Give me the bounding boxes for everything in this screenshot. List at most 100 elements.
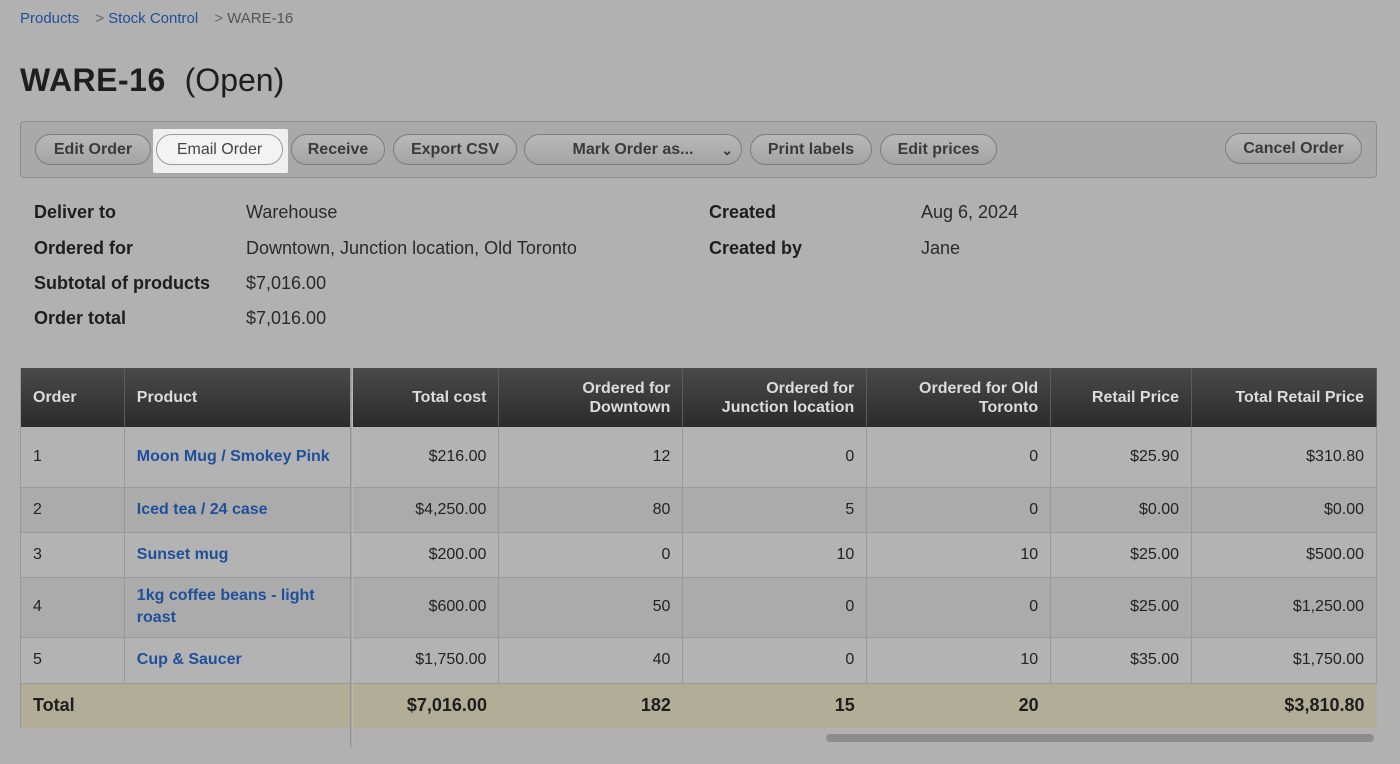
product-link[interactable]: Iced tea / 24 case [137,501,268,518]
export-csv-button[interactable]: Export CSV [393,134,517,165]
column-header-total-retail-price[interactable]: Total Retail Price [1191,368,1377,427]
order-status: (Open) [184,62,285,98]
column-header-product[interactable]: Product [124,368,352,427]
total-retail-cell: $1,250.00 [1191,577,1377,638]
table-row: $200.00 0 10 10 $25.00 $500.00 [353,532,1377,578]
total-cost-sum: $7,016.00 [353,683,499,728]
edit-order-button[interactable]: Edit Order [35,134,151,165]
print-labels-button[interactable]: Print labels [750,134,872,165]
column-header-ordered-downtown[interactable]: Ordered for Downtown [498,368,684,427]
total-cost-cell: $200.00 [353,532,500,578]
retail-price-sum [1050,683,1192,728]
retail-price-cell: $25.00 [1050,532,1193,578]
scrollable-columns-table: Total cost Ordered for Downtown Ordered … [353,368,1377,728]
breadcrumb-separator: > [95,10,105,27]
email-order-label: Email Order [176,140,263,158]
order-code: WARE-16 [20,62,166,98]
table-row: $600.00 50 0 0 $25.00 $1,250.00 [353,577,1377,638]
deliver-to-value: Warehouse [246,202,338,222]
page-title: WARE-16 (Open) [20,62,284,99]
total-retail-cell: $0.00 [1191,487,1377,533]
total-retail-cell: $1,750.00 [1191,637,1377,684]
ordered-for-label: Ordered for [34,238,134,258]
total-cost-cell: $600.00 [353,577,500,638]
edit-prices-button[interactable]: Edit prices [880,134,997,165]
junction-qty-cell: 0 [682,427,868,488]
table-row: 3 Sunset mug [20,532,352,578]
order-total-label: Order total [34,308,127,328]
total-cost-cell: $1,750.00 [353,637,500,684]
subtotal-value: $7,016.00 [246,273,327,293]
export-csv-label: Export CSV [410,140,499,158]
deliver-to-label: Deliver to [34,202,117,222]
column-header-ordered-old-toronto[interactable]: Ordered for Old Toronto [866,368,1052,427]
downtown-qty-sum: 182 [498,683,683,728]
old-toronto-qty-cell: 0 [866,577,1052,638]
order-total-value: $7,016.00 [246,308,327,328]
breadcrumb-stock-control-link[interactable]: Stock Control [108,10,198,27]
created-by-value: Jane [921,238,961,258]
total-retail-sum: $3,810.80 [1191,683,1377,728]
created-value: Aug 6, 2024 [921,202,1019,222]
order-number: 2 [20,487,125,533]
old-toronto-qty-cell: 10 [866,532,1052,578]
order-lines-table: Order Product 1 Moon Mug / Smokey Pink 2… [20,368,1377,748]
mark-order-as-label: Mark Order as... [572,140,694,158]
downtown-qty-cell: 40 [498,637,684,684]
table-row: 5 Cup & Saucer [20,637,352,684]
breadcrumb: Products > Stock Control > WARE-16 [20,10,293,27]
column-header-retail-price[interactable]: Retail Price [1050,368,1193,427]
downtown-qty-cell: 80 [498,487,684,533]
retail-price-cell: $35.00 [1050,637,1193,684]
junction-qty-sum: 15 [682,683,867,728]
retail-price-cell: $25.90 [1050,427,1193,488]
print-labels-label: Print labels [767,140,855,158]
breadcrumb-products-link[interactable]: Products [20,10,79,27]
retail-price-cell: $0.00 [1050,487,1193,533]
chevron-down-icon: ⌄ [721,142,733,158]
table-row: 4 1kg coffee beans - light roast [20,577,352,638]
cancel-order-label: Cancel Order [1243,139,1344,157]
table-row: $1,750.00 40 0 10 $35.00 $1,750.00 [353,637,1377,684]
created-by-label: Created by [709,238,803,258]
edit-prices-label: Edit prices [897,140,980,158]
downtown-qty-cell: 12 [498,427,684,488]
total-retail-cell: $500.00 [1191,532,1377,578]
total-empty-cell [124,683,351,728]
old-toronto-qty-cell: 0 [866,427,1052,488]
ordered-for-value: Downtown, Junction location, Old Toronto [246,238,577,258]
total-cost-cell: $4,250.00 [353,487,500,533]
junction-qty-cell: 10 [682,532,868,578]
order-number: 4 [20,577,125,638]
receive-label: Receive [307,140,369,158]
total-retail-cell: $310.80 [1191,427,1377,488]
junction-qty-cell: 0 [682,577,868,638]
total-label: Total [20,683,125,728]
junction-qty-cell: 5 [682,487,868,533]
column-header-total-cost[interactable]: Total cost [353,368,500,427]
order-number: 1 [20,427,125,488]
email-order-button[interactable]: Email Order [156,134,283,165]
receive-button[interactable]: Receive [291,134,385,165]
product-link[interactable]: 1kg coffee beans - light roast [137,587,315,626]
total-row: Total [20,683,351,728]
column-header-ordered-junction[interactable]: Ordered for Junction location [682,368,868,427]
deliver-to-row: Deliver to [34,202,116,223]
horizontal-scrollbar-thumb[interactable] [826,734,1374,742]
edit-order-label: Edit Order [53,140,133,158]
table-row: $216.00 12 0 0 $25.90 $310.80 [353,427,1377,488]
product-link[interactable]: Moon Mug / Smokey Pink [137,448,330,465]
junction-qty-cell: 0 [682,637,868,684]
subtotal-label: Subtotal of products [34,273,210,293]
product-link[interactable]: Sunset mug [137,546,229,563]
old-toronto-qty-cell: 0 [866,487,1052,533]
cancel-order-button[interactable]: Cancel Order [1225,133,1362,164]
total-cost-cell: $216.00 [353,427,500,488]
table-row: $4,250.00 80 5 0 $0.00 $0.00 [353,487,1377,533]
downtown-qty-cell: 50 [498,577,684,638]
frozen-columns-table: Order Product 1 Moon Mug / Smokey Pink 2… [20,368,352,728]
product-link[interactable]: Cup & Saucer [137,651,242,668]
column-header-order[interactable]: Order [20,368,125,427]
total-row: $7,016.00 182 15 20 $3,810.80 [353,683,1377,728]
mark-order-as-dropdown[interactable]: Mark Order as... ⌄ [524,134,742,165]
